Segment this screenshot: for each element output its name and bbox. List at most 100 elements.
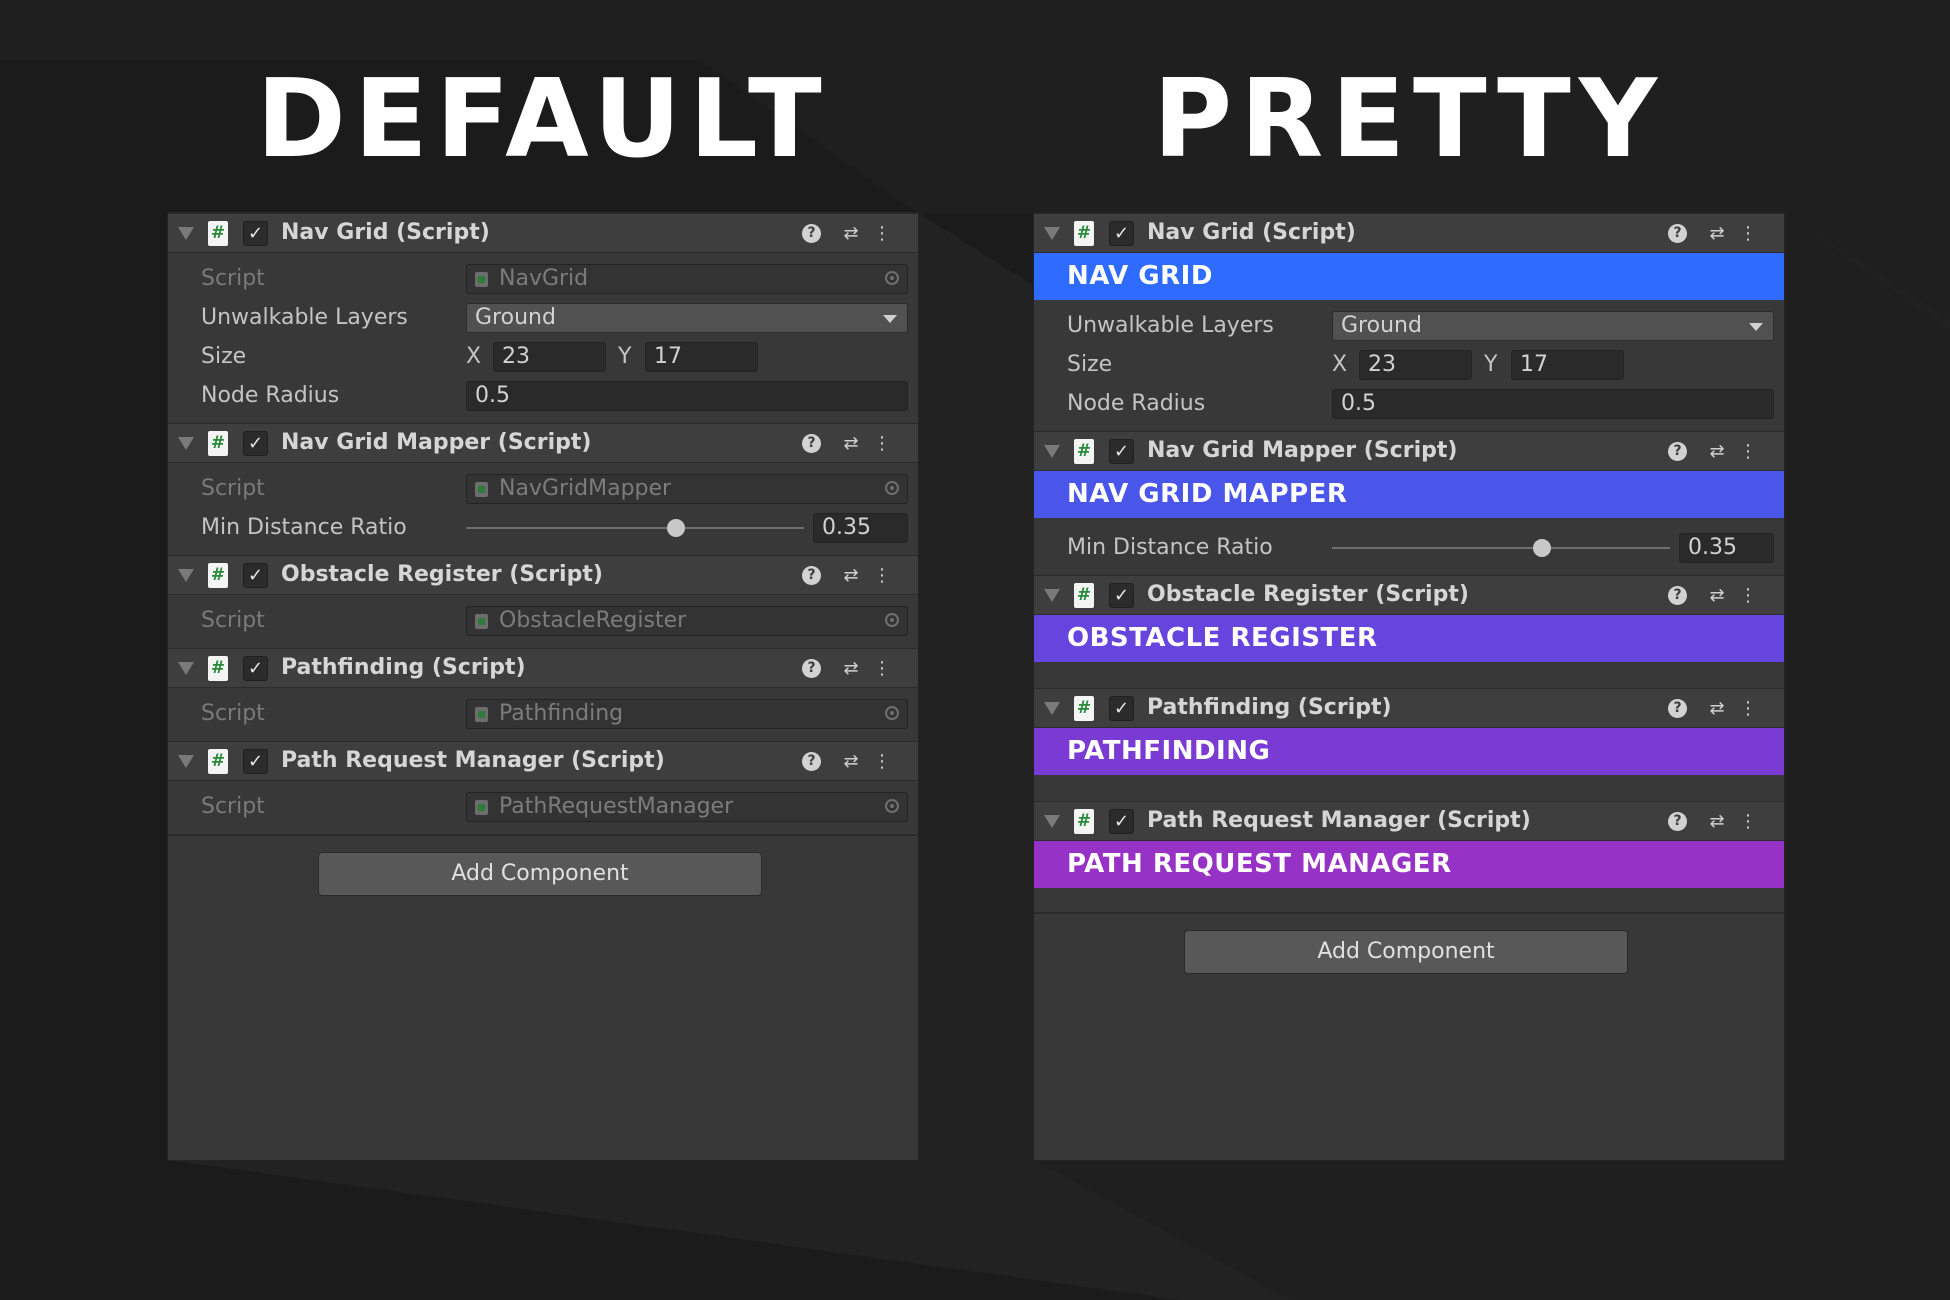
component-header-pathfinding[interactable]: # ✓ Pathfinding (Script) ? ⇄ ⋮: [1034, 688, 1784, 728]
script-object-field[interactable]: NavGrid: [466, 264, 908, 294]
component-title: Nav Grid (Script): [1147, 220, 1356, 245]
component-header-pathfinding[interactable]: # ✓ Pathfinding (Script) ? ⇄ ⋮: [168, 648, 918, 688]
field-row-size: Size X 23 Y 17: [1034, 345, 1784, 384]
help-icon[interactable]: ?: [1668, 586, 1687, 605]
help-icon[interactable]: ?: [802, 659, 821, 678]
enabled-checkbox[interactable]: ✓: [1109, 809, 1134, 834]
size-y-input[interactable]: 17: [645, 342, 758, 372]
triangle-down-icon[interactable]: [1044, 702, 1060, 715]
kebab-menu-icon[interactable]: ⋮: [871, 223, 893, 245]
triangle-down-icon[interactable]: [178, 755, 194, 768]
object-picker-icon[interactable]: [885, 271, 899, 285]
presets-sliders-icon[interactable]: ⇄: [840, 565, 862, 587]
component-banner-obstacle-register: OBSTACLE REGISTER: [1034, 615, 1784, 662]
slider-track[interactable]: [466, 527, 804, 529]
enabled-checkbox[interactable]: ✓: [1109, 221, 1134, 246]
presets-sliders-icon[interactable]: ⇄: [840, 658, 862, 680]
enabled-checkbox[interactable]: ✓: [243, 221, 268, 246]
slider-handle[interactable]: [1532, 539, 1551, 557]
kebab-menu-icon[interactable]: ⋮: [1737, 585, 1759, 607]
triangle-down-icon[interactable]: [1044, 815, 1060, 828]
layers-dropdown[interactable]: Ground: [1332, 311, 1774, 341]
component-header-path-request-manager[interactable]: # ✓ Path Request Manager (Script) ? ⇄ ⋮: [168, 741, 918, 781]
add-component-button[interactable]: Add Component: [318, 852, 762, 896]
enabled-checkbox[interactable]: ✓: [1109, 583, 1134, 608]
enabled-checkbox[interactable]: ✓: [1109, 696, 1134, 721]
help-icon[interactable]: ?: [802, 434, 821, 453]
presets-sliders-icon[interactable]: ⇄: [1706, 223, 1728, 245]
enabled-checkbox[interactable]: ✓: [243, 431, 268, 456]
component-header-obstacle-register[interactable]: # ✓ Obstacle Register (Script) ? ⇄ ⋮: [1034, 575, 1784, 615]
ratio-value-input[interactable]: 0.35: [1679, 533, 1774, 563]
size-x-input[interactable]: 23: [493, 342, 606, 372]
add-component-area: Add Component: [168, 834, 918, 946]
presets-sliders-icon[interactable]: ⇄: [840, 433, 862, 455]
help-icon[interactable]: ?: [802, 224, 821, 243]
kebab-menu-icon[interactable]: ⋮: [871, 433, 893, 455]
component-header-obstacle-register[interactable]: # ✓ Obstacle Register (Script) ? ⇄ ⋮: [168, 555, 918, 595]
component-header-nav-grid[interactable]: # ✓ Nav Grid (Script) ? ⇄ ⋮: [168, 213, 918, 253]
object-picker-icon[interactable]: [885, 706, 899, 720]
kebab-menu-icon[interactable]: ⋮: [1737, 698, 1759, 720]
help-icon[interactable]: ?: [1668, 812, 1687, 831]
component-banner-pathfinding: PATHFINDING: [1034, 728, 1784, 775]
size-x-input[interactable]: 23: [1359, 350, 1472, 380]
triangle-down-icon[interactable]: [178, 662, 194, 675]
chevron-down-icon: [883, 315, 897, 323]
field-row-script: Script NavGridMapper: [168, 469, 918, 508]
triangle-down-icon[interactable]: [178, 227, 194, 240]
component-header-path-request-manager[interactable]: # ✓ Path Request Manager (Script) ? ⇄ ⋮: [1034, 801, 1784, 841]
presets-sliders-icon[interactable]: ⇄: [1706, 441, 1728, 463]
script-object-field[interactable]: ObstacleRegister: [466, 606, 908, 636]
component-header-nav-grid-mapper[interactable]: # ✓ Nav Grid Mapper (Script) ? ⇄ ⋮: [1034, 431, 1784, 471]
triangle-down-icon[interactable]: [178, 437, 194, 450]
field-row-script: Script Pathfinding: [168, 694, 918, 733]
size-y-input[interactable]: 17: [1511, 350, 1624, 380]
object-picker-icon[interactable]: [885, 481, 899, 495]
component-header-nav-grid-mapper[interactable]: # ✓ Nav Grid Mapper (Script) ? ⇄ ⋮: [168, 423, 918, 463]
add-component-button[interactable]: Add Component: [1184, 930, 1628, 974]
help-icon[interactable]: ?: [1668, 442, 1687, 461]
field-value: PathRequestManager: [499, 794, 734, 819]
object-picker-icon[interactable]: [885, 613, 899, 627]
kebab-menu-icon[interactable]: ⋮: [871, 751, 893, 773]
layers-dropdown[interactable]: Ground: [466, 303, 908, 333]
csharp-script-icon: #: [1074, 809, 1094, 834]
enabled-checkbox[interactable]: ✓: [243, 749, 268, 774]
help-icon[interactable]: ?: [1668, 224, 1687, 243]
presets-sliders-icon[interactable]: ⇄: [1706, 585, 1728, 607]
enabled-checkbox[interactable]: ✓: [243, 563, 268, 588]
component-title: Obstacle Register (Script): [1147, 582, 1469, 607]
help-icon[interactable]: ?: [1668, 699, 1687, 718]
presets-sliders-icon[interactable]: ⇄: [840, 751, 862, 773]
kebab-menu-icon[interactable]: ⋮: [871, 658, 893, 680]
script-object-field[interactable]: Pathfinding: [466, 699, 908, 729]
slider-handle[interactable]: [666, 519, 685, 537]
x-axis-label: X: [1332, 352, 1348, 377]
presets-sliders-icon[interactable]: ⇄: [840, 223, 862, 245]
field-value: NavGrid: [499, 266, 589, 291]
triangle-down-icon[interactable]: [1044, 445, 1060, 458]
object-picker-icon[interactable]: [885, 799, 899, 813]
script-object-field[interactable]: NavGridMapper: [466, 474, 908, 504]
presets-sliders-icon[interactable]: ⇄: [1706, 811, 1728, 833]
presets-sliders-icon[interactable]: ⇄: [1706, 698, 1728, 720]
script-object-field[interactable]: PathRequestManager: [466, 792, 908, 822]
kebab-menu-icon[interactable]: ⋮: [1737, 811, 1759, 833]
kebab-menu-icon[interactable]: ⋮: [1737, 441, 1759, 463]
slider-track[interactable]: [1332, 547, 1670, 549]
node-radius-input[interactable]: 0.5: [466, 381, 908, 411]
triangle-down-icon[interactable]: [1044, 227, 1060, 240]
node-radius-input[interactable]: 0.5: [1332, 389, 1774, 419]
kebab-menu-icon[interactable]: ⋮: [871, 565, 893, 587]
triangle-down-icon[interactable]: [1044, 589, 1060, 602]
enabled-checkbox[interactable]: ✓: [1109, 439, 1134, 464]
kebab-menu-icon[interactable]: ⋮: [1737, 223, 1759, 245]
ratio-value-input[interactable]: 0.35: [813, 513, 908, 543]
enabled-checkbox[interactable]: ✓: [243, 656, 268, 681]
help-icon[interactable]: ?: [802, 566, 821, 585]
help-icon[interactable]: ?: [802, 752, 821, 771]
triangle-down-icon[interactable]: [178, 569, 194, 582]
field-row-script: Script ObstacleRegister: [168, 601, 918, 640]
component-header-nav-grid[interactable]: # ✓ Nav Grid (Script) ? ⇄ ⋮: [1034, 213, 1784, 253]
